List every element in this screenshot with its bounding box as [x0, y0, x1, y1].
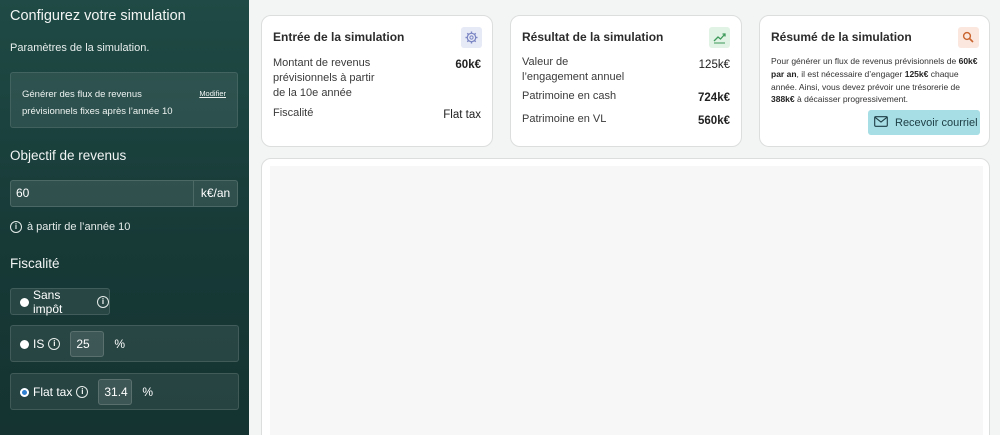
info-icon: i [10, 221, 22, 233]
generate-flow-text: Générer des flux de revenus prévisionnel… [22, 89, 173, 117]
info-icon[interactable]: i [97, 295, 109, 308]
option-label-sans-impot: Sans impôt [33, 287, 63, 316]
radio-flat-tax[interactable] [20, 388, 29, 397]
modify-link[interactable]: Modifier [199, 89, 226, 98]
objective-info-text: à partir de l’année 10 [27, 221, 131, 233]
option-flat-tax[interactable]: Flat tax i 31.4 % [10, 373, 239, 410]
generate-flow-box: Générer des flux de revenus prévisionnel… [10, 72, 238, 128]
option-label-flat-tax: Flat tax [33, 384, 73, 399]
info-icon[interactable]: i [76, 385, 89, 398]
result-value-vl: 560k€ [698, 115, 730, 127]
summary-card-title: Résumé de la simulation [771, 30, 912, 44]
receive-email-button[interactable]: Recevoir courriel [868, 110, 980, 135]
info-icon[interactable]: i [48, 337, 61, 350]
result-card: Résultat de la simulation Valeur de l’en… [510, 15, 742, 147]
chart-line-icon [709, 27, 730, 48]
flat-tax-rate-unit: % [142, 384, 154, 399]
gear-icon [461, 27, 482, 48]
radio-sans-impot[interactable] [20, 298, 29, 307]
chart-placeholder [270, 166, 983, 435]
objective-info: i à partir de l’année 10 [10, 221, 130, 233]
search-icon [958, 27, 979, 48]
sidebar: Configurez votre simulation Paramètres d… [0, 0, 249, 435]
result-label-engagement: Valeur de l’engagement annuel [522, 56, 625, 83]
summary-text: Pour générer un flux de revenus prévisio… [771, 56, 978, 105]
sidebar-title: Configurez votre simulation [10, 8, 186, 24]
fiscality-title: Fiscalité [10, 256, 60, 271]
input-label-fiscality: Fiscalité [273, 107, 314, 119]
receive-email-label: Recevoir courriel [895, 116, 978, 129]
revenue-unit: k€/an [193, 180, 238, 207]
flat-tax-rate-input[interactable]: 31.4 [98, 378, 133, 405]
is-rate-unit: % [114, 336, 126, 351]
result-label-vl: Patrimoine en VL [522, 113, 607, 125]
result-label-cash: Patrimoine en cash [522, 90, 617, 102]
is-rate-input[interactable]: 25 [70, 330, 105, 357]
option-is[interactable]: IS i 25 % [10, 325, 239, 362]
radio-is[interactable] [20, 340, 29, 349]
result-value-engagement: 125k€ [698, 59, 730, 71]
input-label-revenue: Montant de revenus prévisionnels à parti… [273, 57, 375, 99]
option-label-is: IS [33, 336, 45, 351]
mail-icon [874, 115, 888, 130]
result-card-title: Résultat de la simulation [522, 30, 664, 44]
objective-title: Objectif de revenus [10, 148, 127, 163]
input-card-title: Entrée de la simulation [273, 30, 405, 44]
option-sans-impot[interactable]: Sans impôt i [10, 287, 110, 316]
result-value-cash: 724k€ [698, 92, 730, 104]
simulation-chart-panel [261, 158, 990, 435]
sidebar-subtitle: Paramètres de la simulation. [10, 42, 150, 54]
input-value-fiscality: Flat tax [443, 109, 481, 121]
input-value-revenue: 60k€ [455, 59, 481, 71]
input-card: Entrée de la simulation Montant de reven… [261, 15, 493, 147]
summary-card: Résumé de la simulation Pour générer un … [759, 15, 990, 147]
revenue-input[interactable]: 60 [10, 180, 193, 207]
